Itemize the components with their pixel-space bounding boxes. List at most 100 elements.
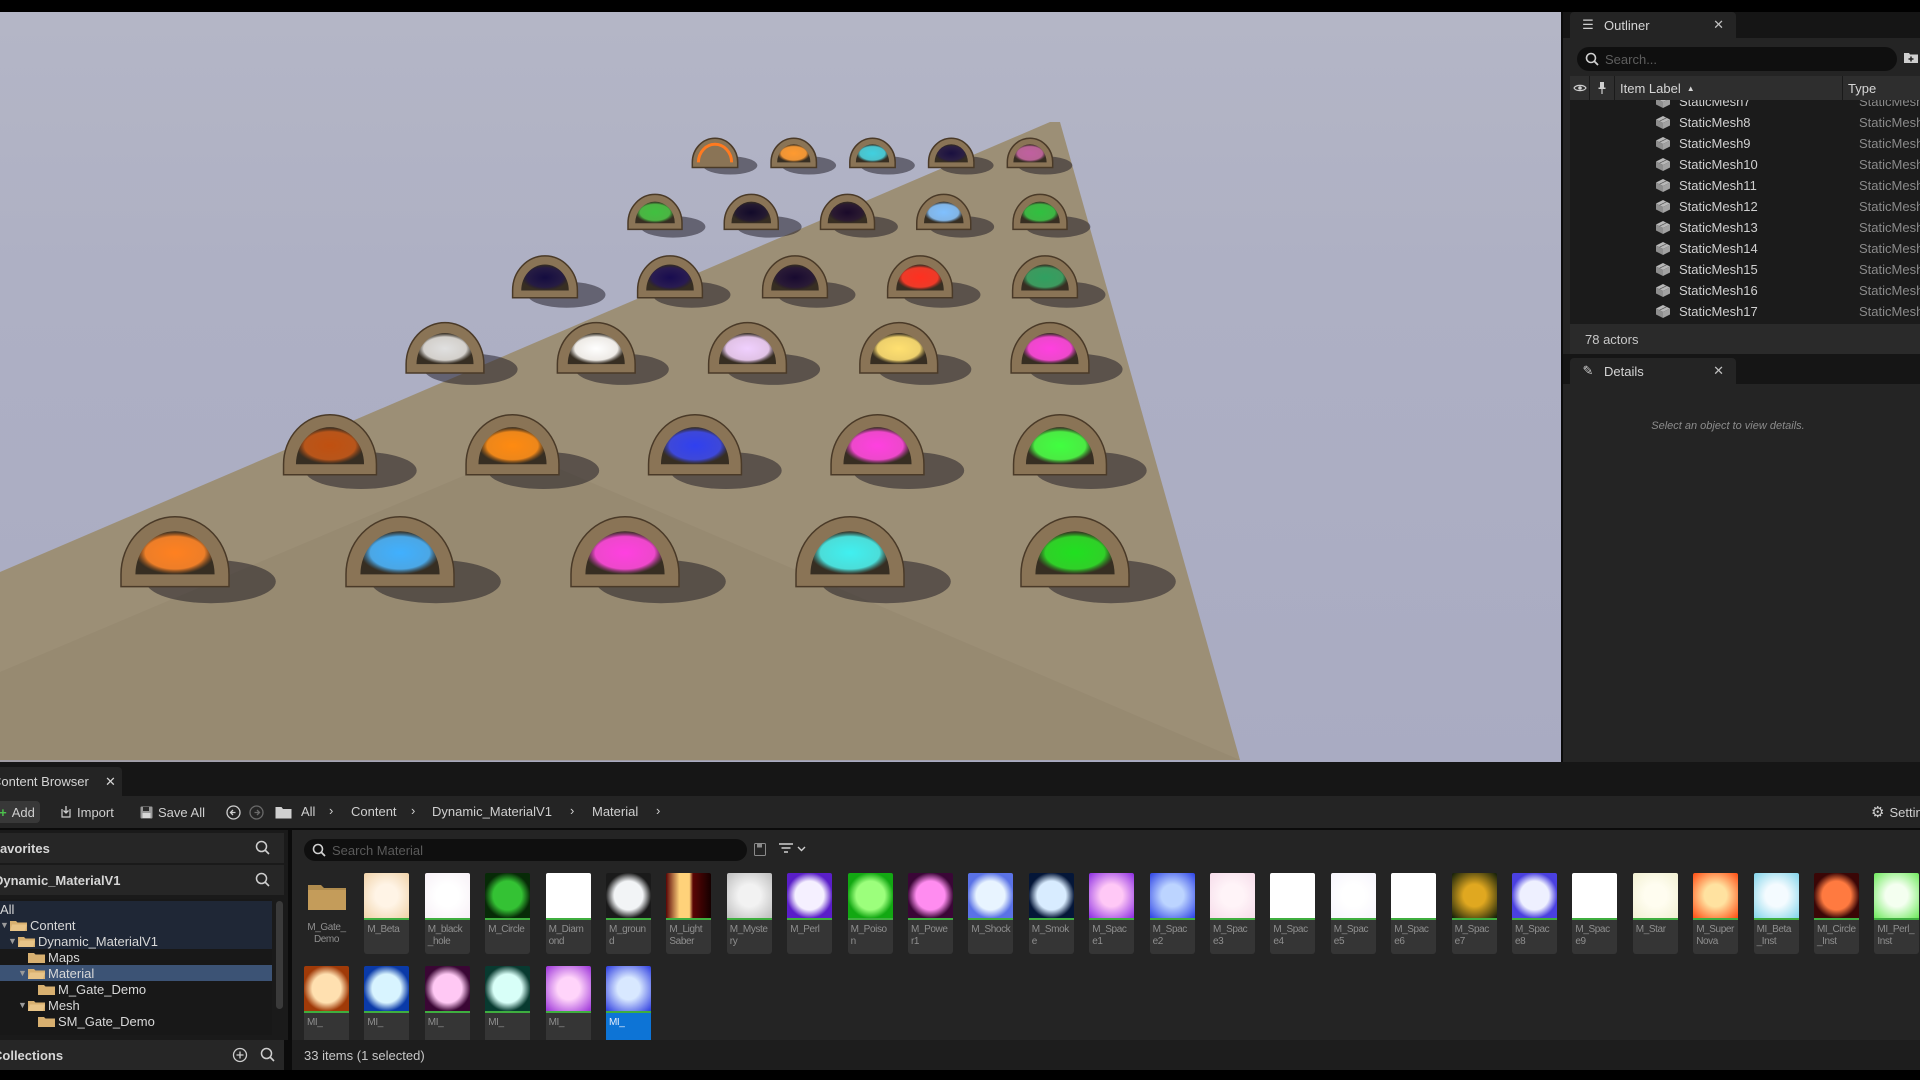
asset-tile[interactable]: M_Smoke — [1028, 873, 1076, 954]
pin-column[interactable] — [1590, 76, 1615, 100]
tab-outliner[interactable]: ☰ Outliner ✕ — [1570, 12, 1736, 38]
folder-tree-item[interactable]: SM_Gate_Demo — [0, 1013, 272, 1029]
type-column[interactable]: Type — [1843, 76, 1920, 100]
outliner-search[interactable] — [1577, 47, 1897, 71]
asset-tile[interactable]: MI_Perl_Inst — [1874, 873, 1920, 954]
visibility-column[interactable] — [1570, 76, 1590, 100]
folder-tree-item[interactable]: Maps — [0, 949, 272, 965]
filter-icon[interactable] — [779, 842, 809, 856]
asset-tile[interactable]: M_Circle — [485, 873, 532, 954]
folder-tree-scrollbar[interactable] — [276, 901, 283, 1009]
close-icon[interactable]: ✕ — [105, 774, 116, 790]
asset-tile[interactable]: M_Space9 — [1572, 873, 1619, 954]
folder-icon[interactable] — [275, 805, 292, 819]
asset-tile[interactable]: M_Beta — [364, 873, 411, 954]
settings-button[interactable]: ⚙ Settings — [1871, 801, 1920, 823]
asset-tile[interactable]: M_black_hole — [424, 873, 472, 954]
outliner-row[interactable]: StaticMesh8 StaticMesh — [1570, 112, 1920, 133]
asset-tile[interactable]: M_Super Nova — [1693, 873, 1740, 954]
expand-arrow-icon[interactable]: ▼ — [0, 920, 10, 930]
folder-tree-item[interactable]: ▼ Dynamic_MaterialV1 — [0, 933, 272, 949]
folder-tree-item[interactable]: All — [0, 901, 272, 917]
close-icon[interactable]: ✕ — [1713, 17, 1724, 33]
chevron-right-icon[interactable]: › — [411, 803, 415, 818]
search-icon[interactable] — [255, 872, 270, 887]
tab-content-browser[interactable]: Content Browser ✕ — [0, 767, 122, 796]
folder-open-icon — [28, 1000, 45, 1011]
add-folder-icon[interactable] — [1903, 50, 1919, 66]
chevron-right-icon[interactable]: › — [329, 803, 333, 818]
favorites-header[interactable]: Favorites — [0, 833, 284, 863]
close-icon[interactable]: ✕ — [1713, 363, 1724, 379]
outliner-row[interactable]: StaticMesh12 StaticMesh — [1570, 196, 1920, 217]
tab-details[interactable]: ✎ Details ✕ — [1570, 358, 1736, 384]
asset-tile[interactable]: MI_ — [304, 966, 351, 1047]
breadcrumb-content[interactable]: Content — [351, 804, 397, 819]
folder-tree[interactable]: All ▼ Content ▼ Dynamic_MaterialV1 Maps ▼ Mater… — [0, 899, 272, 1035]
outliner-search-input[interactable] — [1605, 51, 1885, 67]
asset-tile[interactable]: M_Diamond — [545, 873, 593, 954]
search-icon[interactable] — [255, 840, 270, 855]
folder-tree-item[interactable]: ▼ Content — [0, 917, 272, 933]
asset-tile[interactable]: M_Perl — [787, 873, 834, 954]
outliner-row[interactable]: StaticMesh17 StaticMesh — [1570, 301, 1920, 322]
asset-tile[interactable]: MI_ — [424, 966, 472, 1047]
asset-tile[interactable]: M_Space5 — [1330, 873, 1378, 954]
folder-tree-item[interactable]: ▼ Material — [0, 965, 272, 981]
asset-tile[interactable]: M_Power1 — [908, 873, 955, 954]
outliner-row[interactable]: StaticMesh16 StaticMesh — [1570, 280, 1920, 301]
expand-arrow-icon[interactable]: ▼ — [18, 1000, 28, 1010]
save-search-icon[interactable] — [754, 843, 766, 856]
root-folder-header[interactable]: Dynamic_MaterialV1 — [0, 865, 284, 895]
outliner-row[interactable]: StaticMesh15 StaticMesh — [1570, 259, 1920, 280]
add-collection-icon[interactable] — [232, 1047, 248, 1063]
asset-tile[interactable]: M_Space7 — [1451, 873, 1499, 954]
asset-tile[interactable]: MI_Beta_Inst — [1753, 873, 1801, 954]
outliner-row[interactable]: StaticMesh7 StaticMesh — [1570, 100, 1920, 112]
asset-tile[interactable]: M_Shock — [968, 873, 1015, 954]
asset-tile[interactable]: M_Space6 — [1391, 873, 1438, 954]
asset-search-input[interactable] — [332, 842, 732, 858]
outliner-row[interactable]: StaticMesh14 StaticMesh — [1570, 238, 1920, 259]
asset-tile[interactable]: M_Space2 — [1149, 873, 1197, 954]
expand-arrow-icon[interactable]: ▼ — [18, 968, 28, 978]
collections-header[interactable]: Collections — [0, 1040, 284, 1070]
asset-tile[interactable]: M_Poison — [847, 873, 895, 954]
chevron-right-icon[interactable]: › — [570, 803, 574, 818]
asset-tile[interactable]: M_Space4 — [1270, 873, 1317, 954]
asset-tile[interactable]: M_Mystery — [726, 873, 774, 954]
asset-tile[interactable]: M_ground — [606, 873, 653, 954]
outliner-row[interactable]: StaticMesh13 StaticMesh — [1570, 217, 1920, 238]
asset-tile[interactable]: MI_ — [364, 966, 411, 1047]
asset-tile[interactable]: M_Light Saber — [666, 873, 713, 954]
folder-tree-item[interactable]: M_Gate_Demo — [0, 981, 272, 997]
asset-tile[interactable]: M_Space1 — [1089, 873, 1136, 954]
outliner-row[interactable]: StaticMesh11 StaticMesh — [1570, 175, 1920, 196]
forward-arrow-icon[interactable] — [249, 805, 264, 820]
outliner-row[interactable]: StaticMesh10 StaticMesh — [1570, 154, 1920, 175]
add-button[interactable]: + Add — [0, 801, 40, 823]
folder-tile[interactable]: M_Gate_Demo — [304, 873, 351, 952]
asset-tile[interactable]: MI_Circle_Inst — [1814, 873, 1861, 954]
item-label-column[interactable]: Item Label ▲ — [1615, 76, 1843, 100]
asset-tile[interactable]: M_Star — [1632, 873, 1680, 954]
asset-tile[interactable]: MI_ — [545, 966, 593, 1047]
asset-tile[interactable]: M_Space3 — [1210, 873, 1257, 954]
import-button[interactable]: Import — [60, 801, 114, 823]
asset-tile[interactable]: MI_ — [606, 966, 653, 1047]
breadcrumb-dynamic-materialv1[interactable]: Dynamic_MaterialV1 — [432, 804, 552, 819]
outliner-row[interactable]: StaticMesh9 StaticMesh — [1570, 133, 1920, 154]
chevron-right-icon[interactable]: › — [656, 803, 660, 818]
level-viewport[interactable] — [0, 12, 1561, 762]
asset-tile[interactable]: M_Space8 — [1512, 873, 1559, 954]
breadcrumb-material[interactable]: Material — [592, 804, 638, 819]
asset-tile[interactable]: MI_ — [485, 966, 532, 1047]
save-all-button[interactable]: Save All — [140, 801, 205, 823]
breadcrumb-all[interactable]: All — [301, 804, 315, 819]
expand-arrow-icon[interactable]: ▼ — [8, 936, 18, 946]
outliner-list[interactable]: StaticMesh7 StaticMesh StaticMesh8 StaticMe… — [1570, 100, 1920, 324]
search-icon[interactable] — [260, 1047, 275, 1062]
asset-search[interactable] — [304, 839, 747, 861]
back-arrow-icon[interactable] — [226, 805, 241, 820]
folder-tree-item[interactable]: ▼ Mesh — [0, 997, 272, 1013]
